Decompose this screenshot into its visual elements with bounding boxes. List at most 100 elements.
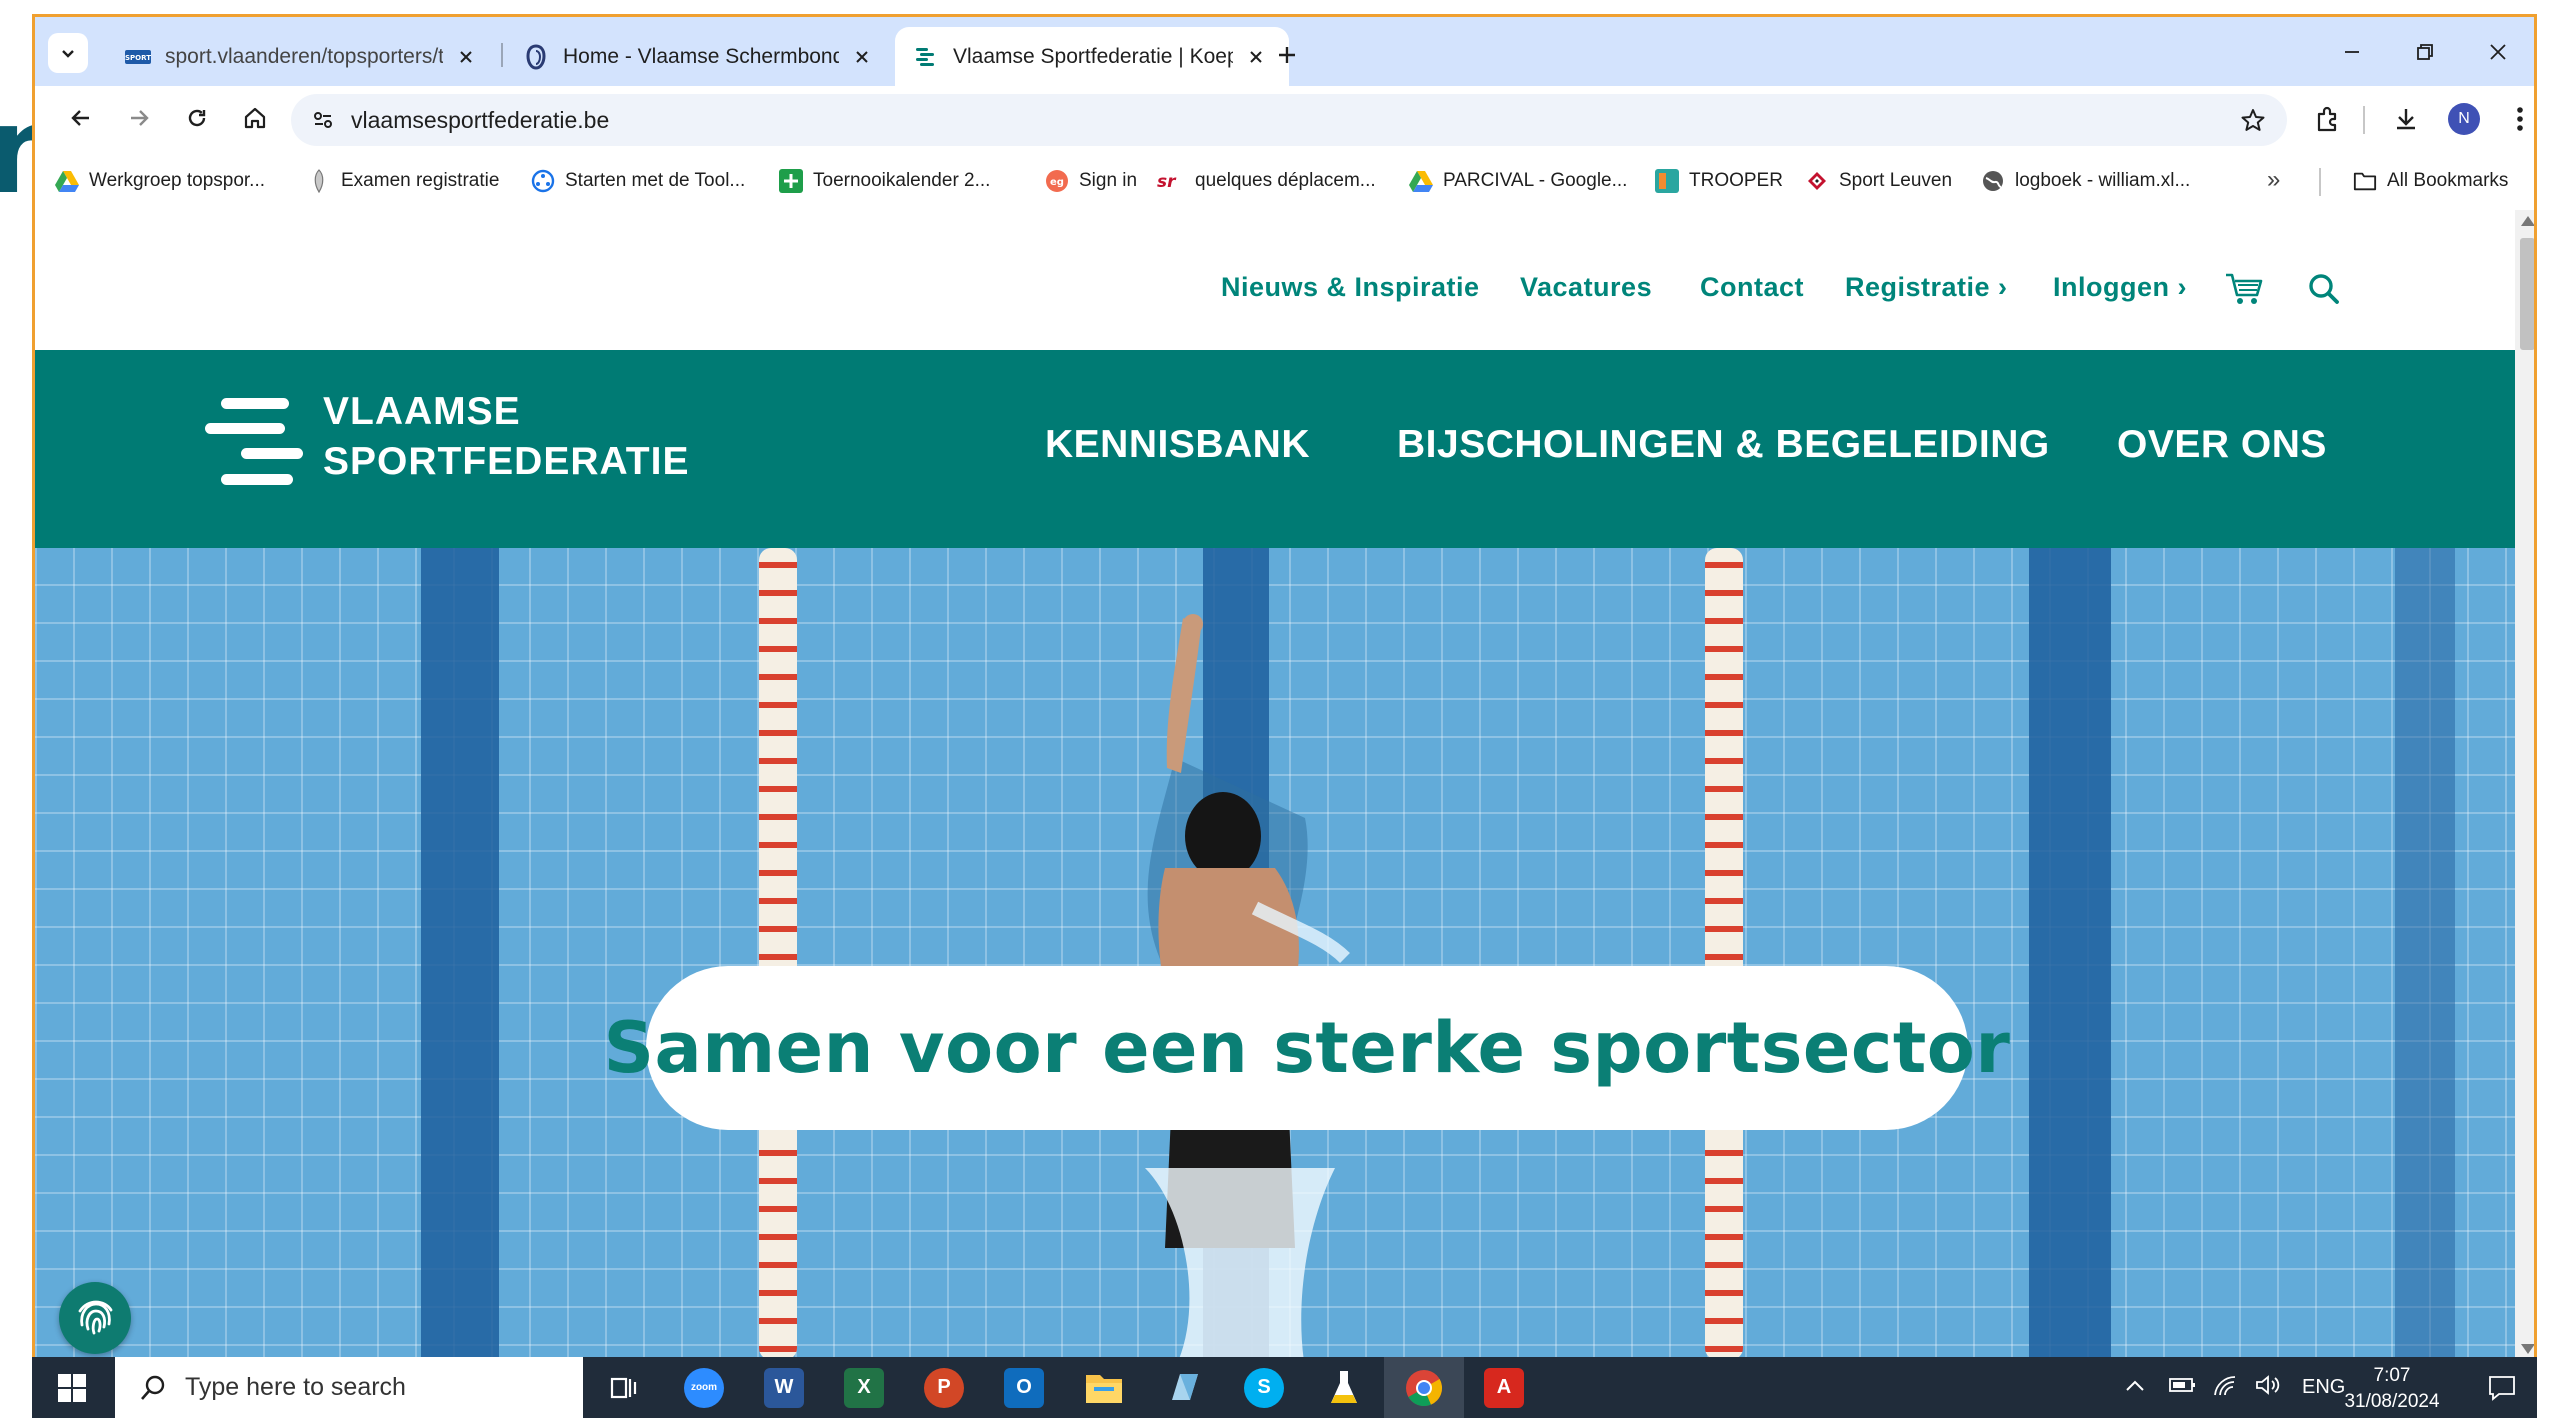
bookmark-label: Sign in [1079, 170, 1138, 191]
taskbar-clock[interactable]: 7:07 31/08/2024 [2337, 1363, 2447, 1415]
url-text[interactable]: vlaamsesportfederatie.be [351, 107, 609, 134]
excel-icon: X [844, 1367, 884, 1408]
notepad-icon [1172, 1373, 1198, 1400]
task-view-button[interactable] [584, 1357, 664, 1418]
bookmark-item[interactable]: sr quelques déplacem... [1157, 166, 1376, 196]
taskbar-chrome[interactable] [1384, 1357, 1464, 1418]
bookmark-item[interactable]: logboek - william.xl... [1981, 166, 2190, 196]
bookmark-item[interactable]: Starten met de Tool... [531, 166, 745, 196]
bookmark-item[interactable]: eg Sign in [1045, 166, 1137, 196]
extensions-button[interactable] [2305, 96, 2351, 142]
taskbar-word[interactable]: W [744, 1357, 824, 1418]
bookmark-item[interactable]: Toernooikalender 2... [779, 166, 990, 196]
start-button[interactable] [32, 1357, 112, 1418]
back-button[interactable] [57, 94, 105, 142]
page-scrollbar[interactable] [2515, 210, 2534, 1360]
browser-menu-button[interactable] [2497, 96, 2534, 142]
nav-registratie[interactable]: Registratie › [1845, 272, 2008, 303]
page-viewport: Nieuws & Inspiratie Vacatures Contact Re… [35, 210, 2515, 1360]
minimize-button[interactable] [2317, 27, 2387, 77]
new-tab-button[interactable] [1267, 35, 1307, 75]
taskbar-search-box[interactable]: Type here to search [115, 1357, 583, 1418]
nav-nieuws-inspiratie[interactable]: Nieuws & Inspiratie [1221, 272, 1480, 303]
forward-button[interactable] [115, 94, 163, 142]
taskbar-skype[interactable]: S [1224, 1357, 1304, 1418]
google-drive-icon [55, 169, 79, 193]
reload-button[interactable] [173, 94, 221, 142]
close-tab-icon[interactable] [847, 42, 877, 72]
bookmark-label: Werkgroep topspor... [89, 170, 266, 191]
all-bookmarks-button[interactable]: All Bookmarks [2353, 166, 2508, 196]
site-info-button[interactable] [303, 100, 343, 140]
vsf-favicon [913, 44, 939, 70]
browser-toolbar: vlaamsesportfederatie.be N [35, 86, 2534, 152]
svg-text:sr: sr [1157, 172, 1177, 191]
taskbar-excel[interactable]: X [824, 1357, 904, 1418]
tray-expand-chevron-icon[interactable] [2124, 1376, 2146, 1399]
tool-icon [531, 169, 555, 193]
scroll-up-arrow-icon[interactable] [2521, 216, 2534, 226]
more-bookmarks-button[interactable]: » [2267, 166, 2280, 194]
home-icon [244, 107, 266, 129]
bookmark-label: Toernooikalender 2... [813, 170, 991, 191]
bookmark-item[interactable]: Sport Leuven [1805, 166, 1952, 196]
home-button[interactable] [231, 94, 279, 142]
tab-vlaamse-sportfederatie[interactable]: Vlaamse Sportfederatie | Koepe [895, 27, 1289, 86]
bookmark-label: PARCIVAL - Google... [1443, 170, 1628, 191]
logo-text-line2: SPORTFEDERATIE [323, 440, 690, 483]
accessibility-fingerprint-button[interactable] [59, 1282, 131, 1354]
lane-rope-image [1705, 548, 1743, 1360]
folder-icon [1086, 1374, 1122, 1403]
nav-inloggen[interactable]: Inloggen › [2053, 272, 2187, 303]
taskbar-file-explorer[interactable] [1064, 1357, 1144, 1418]
chrome-icon [1406, 1369, 1443, 1406]
scroll-down-arrow-icon[interactable] [2521, 1344, 2534, 1354]
tab-search-button[interactable] [48, 33, 88, 73]
bookmark-item[interactable]: Werkgroep topspor... [55, 166, 265, 196]
bookmark-star-button[interactable] [2233, 100, 2273, 140]
logo-text-line1: VLAAMSE [323, 390, 521, 433]
bookmarks-separator [2319, 168, 2321, 196]
vsf-logo[interactable]: VLAAMSE SPORTFEDERATIE [205, 390, 725, 508]
nav-bijscholingen-begeleiding[interactable]: BIJSCHOLINGEN & BEGELEIDING [1397, 423, 2050, 467]
nav-over-ons[interactable]: OVER ONS [2117, 423, 2327, 467]
nav-contact[interactable]: Contact [1700, 272, 1804, 303]
bookmark-item[interactable]: PARCIVAL - Google... [1409, 166, 1627, 196]
scrollbar-thumb[interactable] [2520, 238, 2534, 350]
profile-button[interactable]: N [2441, 96, 2487, 142]
notification-icon [2489, 1375, 2515, 1401]
tab-sport-vlaanderen[interactable]: SPORT sport.vlaanderen/topsporters/t [107, 27, 499, 86]
restore-button[interactable] [2390, 27, 2460, 77]
bookmark-item[interactable]: Examen registratie [307, 166, 499, 196]
nav-vacatures[interactable]: Vacatures [1520, 272, 1652, 303]
bookmark-label: quelques déplacem... [1195, 170, 1376, 191]
close-tab-icon[interactable] [451, 42, 481, 72]
action-center-button[interactable] [2472, 1357, 2532, 1418]
powerpoint-icon: P [924, 1367, 964, 1408]
arrow-left-icon [71, 110, 89, 126]
windows-logo-icon [58, 1373, 86, 1402]
taskbar-zoom[interactable]: zoom [664, 1357, 744, 1418]
plus-icon [1279, 47, 1295, 63]
taskbar-flask-app[interactable] [1304, 1357, 1384, 1418]
downloads-button[interactable] [2383, 96, 2429, 142]
taskbar-notepad[interactable] [1144, 1357, 1224, 1418]
sr-icon: sr [1157, 169, 1185, 193]
wifi-icon[interactable] [2212, 1373, 2238, 1403]
bookmark-item[interactable]: TROOPER [1655, 166, 1783, 196]
battery-icon[interactable] [2168, 1376, 2196, 1400]
lane-rope-image [759, 548, 797, 1360]
taskbar-acrobat[interactable]: A [1464, 1357, 1544, 1418]
bookmark-label: Examen registratie [341, 170, 500, 191]
schermbond-favicon [523, 43, 549, 70]
chevron-down-icon [62, 50, 74, 58]
volume-icon[interactable] [2254, 1373, 2282, 1403]
nav-kennisbank[interactable]: KENNISBANK [1045, 423, 1310, 467]
site-search-button[interactable] [2303, 268, 2345, 310]
taskbar-powerpoint[interactable]: P [904, 1357, 984, 1418]
tab-vlaamse-schermbond[interactable]: Home - Vlaamse Schermbond [505, 27, 895, 86]
cart-button[interactable] [2223, 268, 2265, 310]
close-window-button[interactable] [2463, 27, 2533, 77]
address-bar[interactable]: vlaamsesportfederatie.be [291, 94, 2287, 146]
taskbar-outlook[interactable]: O [984, 1357, 1064, 1418]
